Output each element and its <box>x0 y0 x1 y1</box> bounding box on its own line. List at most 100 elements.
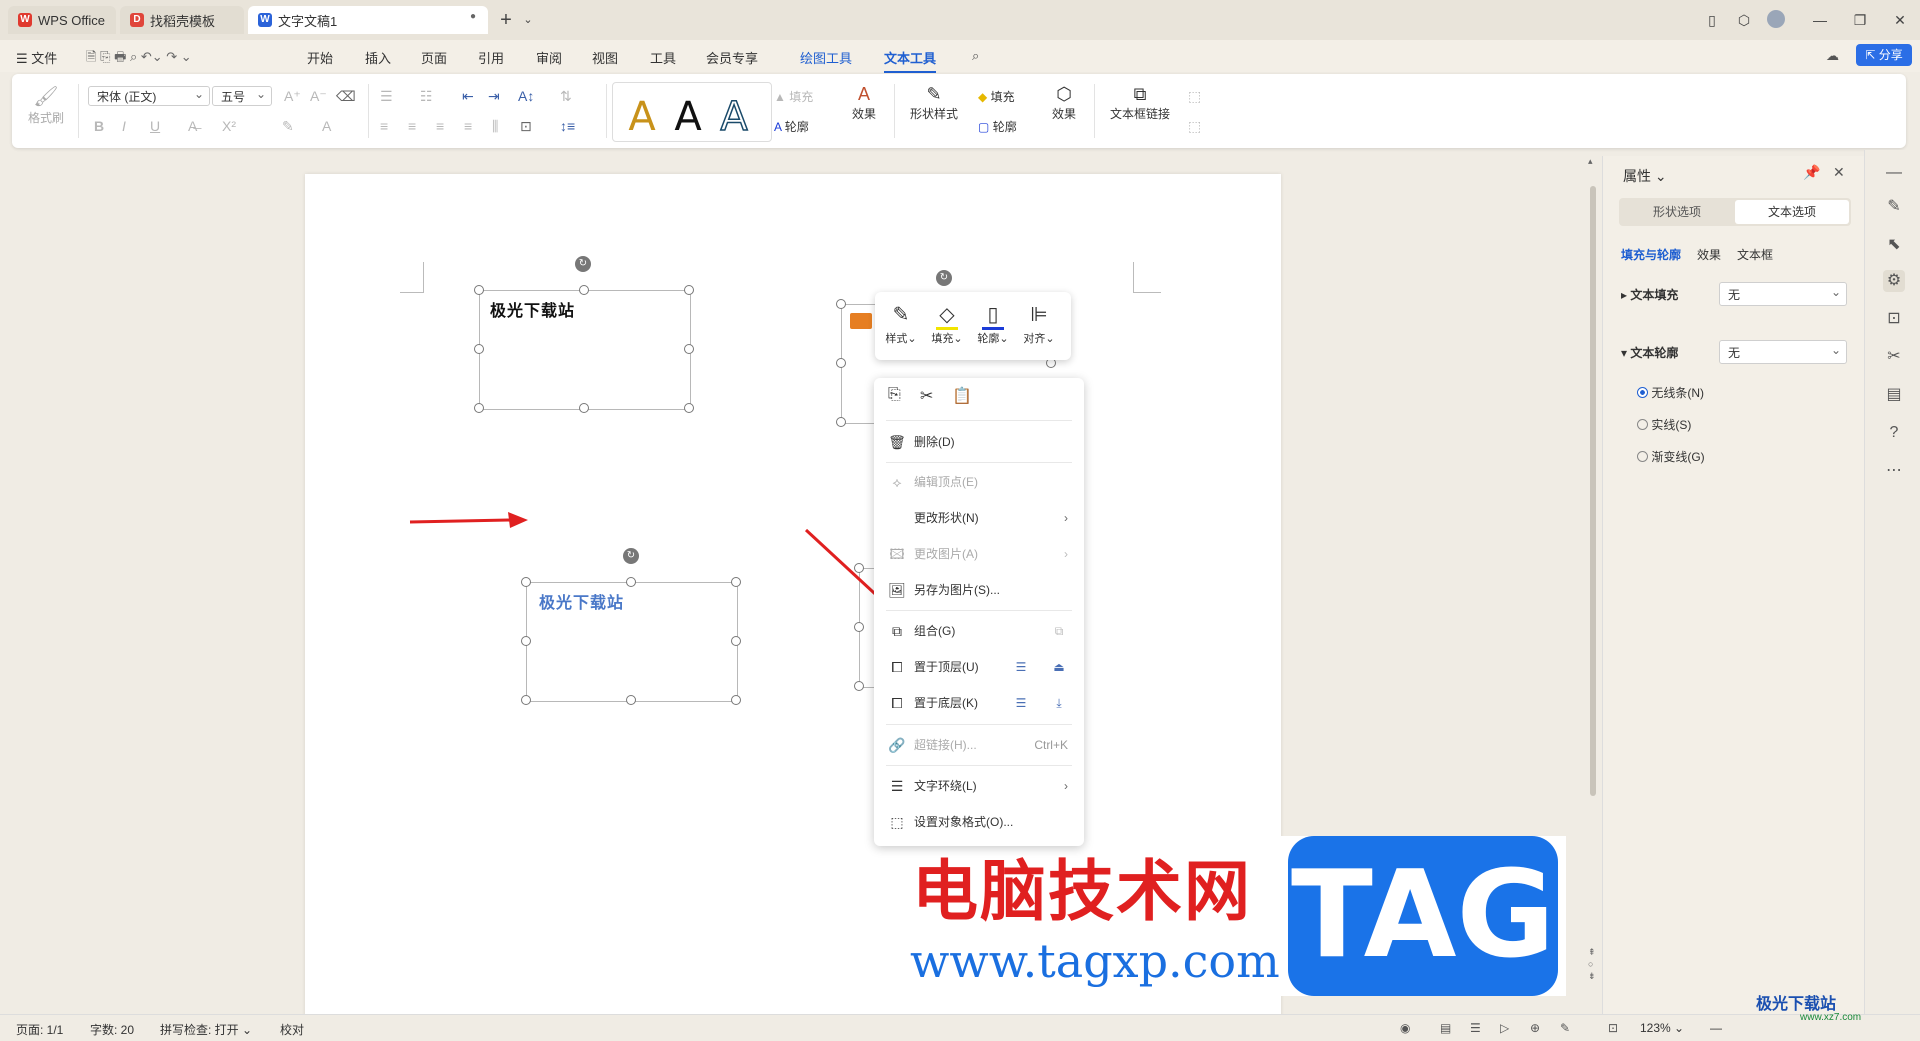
eye-icon[interactable]: ◉ <box>1400 1021 1410 1035</box>
cut-icon[interactable]: ✂ <box>920 386 933 406</box>
text-box-1[interactable]: 极光下载站 <box>479 290 691 410</box>
shape-style-button[interactable]: ✎ 形状样式 <box>902 84 966 122</box>
spell-check[interactable]: 拼写检查: 打开 ⌄ <box>160 1021 252 1038</box>
play-icon[interactable]: ▷ <box>1500 1021 1509 1035</box>
resize-handle[interactable] <box>626 695 636 705</box>
edit-icon[interactable]: ✎ <box>1883 196 1905 218</box>
copy-icon[interactable]: ⎘ <box>888 386 901 404</box>
mini-align-button[interactable]: ⊫ 对齐⌄ <box>1017 300 1061 346</box>
tab-list-chevron-icon[interactable]: ⌄ <box>518 10 538 30</box>
text-style-gold[interactable]: A <box>621 95 663 139</box>
send-bottom-icon[interactable]: ⤓ <box>1050 688 1068 718</box>
resize-handle[interactable] <box>684 285 694 295</box>
avatar[interactable] <box>1766 10 1786 30</box>
italic-icon[interactable]: I <box>122 118 126 134</box>
unsaved-dot-icon[interactable]: ● <box>470 11 476 22</box>
highlight-icon[interactable]: ✎ <box>282 118 294 135</box>
bold-icon[interactable]: B <box>94 118 104 134</box>
bring-forward-icon[interactable]: ☰ <box>1012 652 1030 682</box>
text-box-2-text[interactable]: 极光下载站 <box>539 589 624 613</box>
resize-handle[interactable] <box>521 695 531 705</box>
resize-handle[interactable] <box>854 681 864 691</box>
menu-delete[interactable]: 🗑 删除(D) <box>874 427 1084 457</box>
tab-text-options[interactable]: 文本选项 <box>1735 200 1849 224</box>
menu-save-as-picture[interactable]: 🖼 另存为图片(S)... <box>874 575 1084 605</box>
menu-start[interactable]: 开始 <box>307 48 333 67</box>
resize-handle[interactable] <box>626 577 636 587</box>
text-effect-button[interactable]: A 效果 <box>842 84 886 122</box>
more-icon[interactable]: ⋯ <box>1883 460 1905 482</box>
resize-handle[interactable] <box>521 577 531 587</box>
outline-view-icon[interactable]: ☰ <box>1470 1021 1481 1035</box>
increase-indent-icon[interactable]: ⇥ <box>488 88 500 105</box>
shape-fill-button[interactable]: ◆ 填充 <box>978 88 1015 105</box>
distribute-icon[interactable]: ⫼ <box>492 118 498 135</box>
shape-effect-button[interactable]: ⬡ 效果 <box>1042 84 1086 122</box>
font-color-icon[interactable]: A <box>322 118 331 134</box>
tab-document[interactable]: W 文字文稿1 ● <box>248 6 488 34</box>
subtab-fill-outline[interactable]: 填充与轮廓 <box>1621 246 1681 263</box>
properties-icon[interactable]: ⚙ <box>1883 270 1905 292</box>
menu-hyperlink[interactable]: 🔗 超链接(H)... Ctrl+K <box>874 730 1084 760</box>
justify-icon[interactable]: ≡ <box>464 118 472 134</box>
text-outline-button[interactable]: A 轮廓 <box>774 118 809 135</box>
tab-wps-office[interactable]: W WPS Office <box>8 6 116 34</box>
radio-solid-line[interactable]: 实线(S) <box>1637 416 1691 433</box>
format-painter-button[interactable]: 🖌 格式刷 <box>26 84 66 126</box>
resize-handle[interactable] <box>521 636 531 646</box>
resize-handle[interactable] <box>836 358 846 368</box>
scroll-up-icon[interactable]: ▴ <box>1588 156 1593 167</box>
bullets-icon[interactable]: ☰ <box>380 88 393 105</box>
font-size-select[interactable]: 五号 <box>212 84 272 106</box>
menu-text-tools[interactable]: 文本工具 <box>884 48 937 73</box>
mini-fill-button[interactable]: ◇ 填充⌄ <box>925 300 969 346</box>
share-button[interactable]: ⇱ 分享 <box>1856 44 1912 66</box>
text-outline-select[interactable]: 无 <box>1719 338 1847 364</box>
resize-handle[interactable] <box>836 417 846 427</box>
menu-change-picture[interactable]: 🖾 更改图片(A) › <box>874 539 1084 569</box>
text-fill-select[interactable]: 无 <box>1719 280 1847 306</box>
new-tab-icon[interactable]: + <box>496 10 516 30</box>
shape-outline-button[interactable]: ▢ 轮廓 <box>978 118 1017 135</box>
cube-icon[interactable]: ⬡ <box>1734 10 1754 30</box>
sort-icon[interactable]: ⇅ <box>560 88 572 105</box>
file-menu[interactable]: ☰ 文件 <box>16 48 57 67</box>
align-right-icon[interactable]: ≡ <box>436 118 444 134</box>
pin-icon[interactable]: 📌 <box>1803 164 1820 181</box>
menu-review[interactable]: 审阅 <box>536 48 562 67</box>
resize-handle[interactable] <box>731 636 741 646</box>
text-box-1-text[interactable]: 极光下载站 <box>490 297 575 321</box>
mini-style-button[interactable]: ✎ 样式⌄ <box>879 300 923 346</box>
decrease-indent-icon[interactable]: ⇤ <box>462 88 474 105</box>
book-icon[interactable]: ▤ <box>1883 384 1905 406</box>
menu-insert[interactable]: 插入 <box>365 48 391 67</box>
paste-icon[interactable]: 📋 <box>952 386 972 406</box>
subtab-textbox[interactable]: 文本框 <box>1737 246 1773 263</box>
resize-handle[interactable] <box>474 285 484 295</box>
web-view-icon[interactable]: ⊕ <box>1530 1021 1540 1035</box>
resize-handle[interactable] <box>579 403 589 413</box>
close-icon[interactable]: ✕ <box>1890 10 1910 30</box>
resize-handle[interactable] <box>731 695 741 705</box>
collapse-icon[interactable]: — <box>1883 162 1905 184</box>
restore-icon[interactable]: ❐ <box>1850 10 1870 30</box>
layout-icon[interactable]: ▯ <box>1702 10 1722 30</box>
fit-icon[interactable]: ⊡ <box>1608 1021 1618 1035</box>
menu-tools[interactable]: 工具 <box>650 48 676 67</box>
menu-reference[interactable]: 引用 <box>478 48 504 67</box>
page-count[interactable]: 页面: 1/1 <box>16 1021 63 1038</box>
menu-format-object[interactable]: ⬚ 设置对象格式(O)... <box>874 807 1084 837</box>
search-icon[interactable]: ⌕ <box>972 48 979 64</box>
zoom-out-icon[interactable]: — <box>1710 1021 1722 1035</box>
send-backward-icon[interactable]: ☰ <box>1012 688 1030 718</box>
vertical-align-icon[interactable]: ⊡ <box>520 118 532 135</box>
zoom-level[interactable]: 123% ⌄ <box>1640 1021 1684 1035</box>
resize-handle[interactable] <box>579 285 589 295</box>
align-center-icon[interactable]: ≡ <box>408 118 416 134</box>
line-spacing-icon[interactable]: ↕≡ <box>560 118 575 134</box>
radio-no-line[interactable]: 无线条(N) <box>1637 384 1704 401</box>
clear-format-icon[interactable]: ⌫ <box>336 88 356 105</box>
superscript-icon[interactable]: X² <box>222 118 236 134</box>
underline-icon[interactable]: U <box>150 118 160 134</box>
font-name-select[interactable]: 宋体 (正文) <box>88 84 210 106</box>
